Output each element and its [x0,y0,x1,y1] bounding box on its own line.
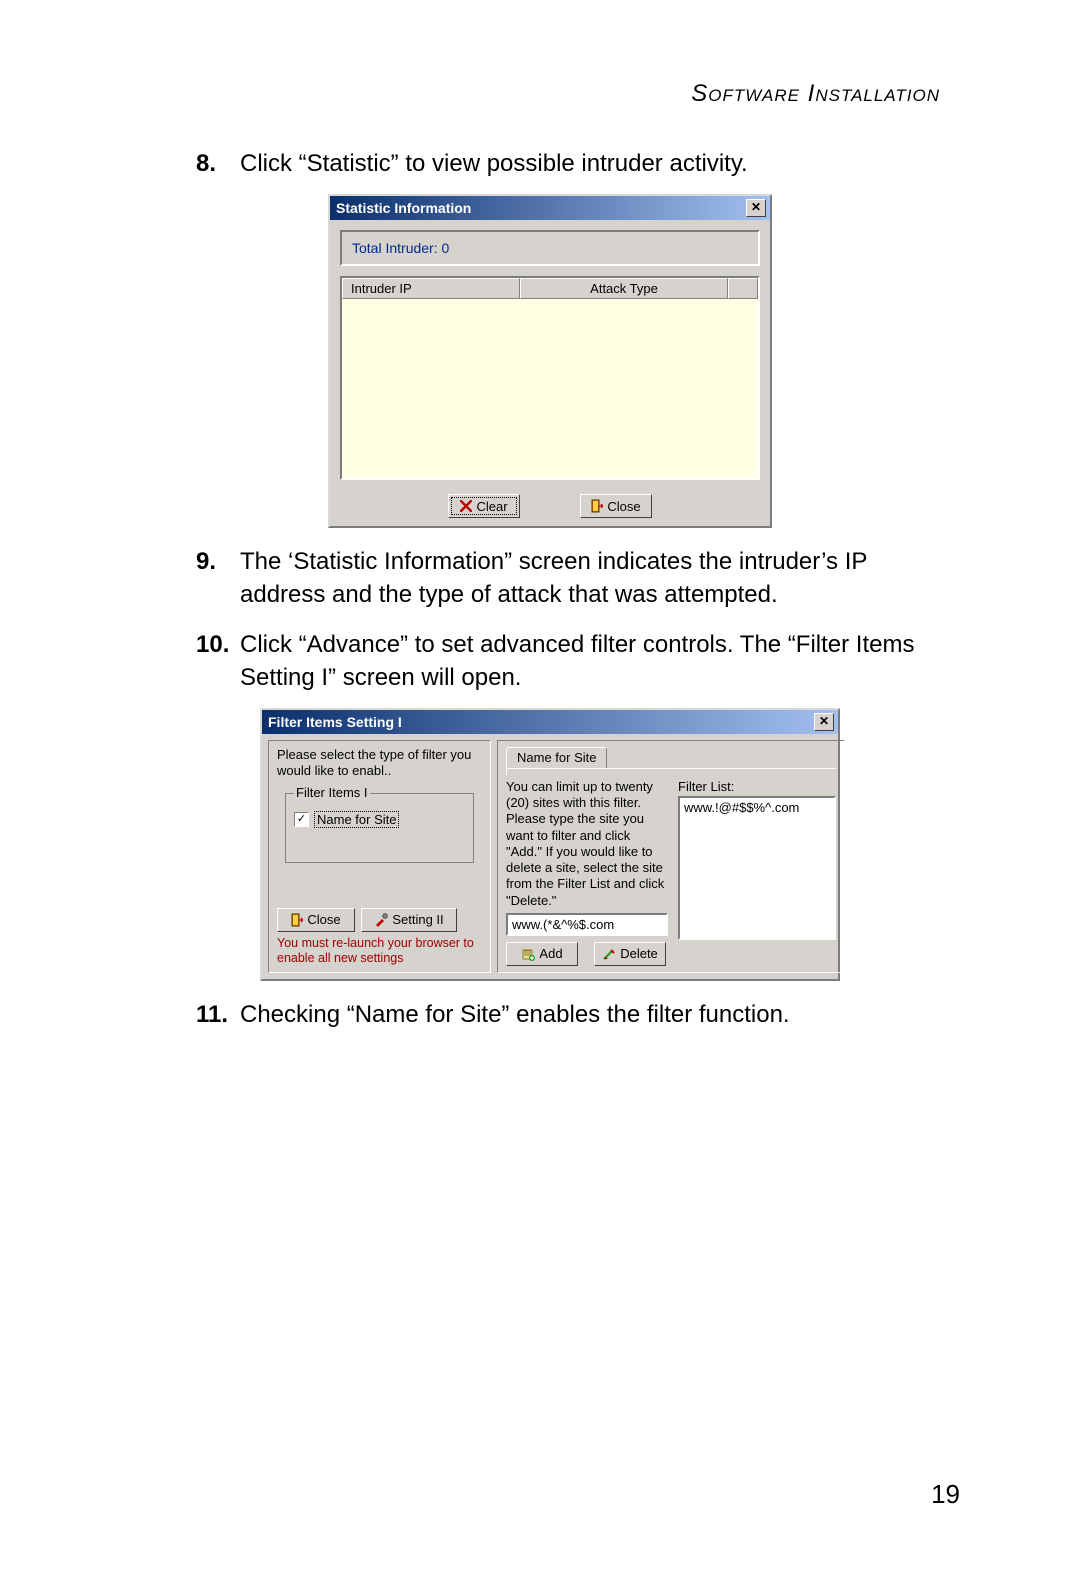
step-text: Click “Advance” to set advanced filter c… [240,629,940,694]
step-10: 10. Click “Advance” to set advanced filt… [196,629,940,694]
warning-text: You must re-launch your browser to enabl… [277,936,482,966]
step-text: Checking “Name for Site” enables the fil… [240,999,940,1031]
intruder-listview[interactable]: Intruder IP Attack Type [340,276,760,480]
filter-items-groupbox: Filter Items I ✓ Name for Site [285,793,474,863]
groupbox-label: Filter Items I [294,785,370,800]
name-for-site-checkbox[interactable]: ✓ Name for Site [294,812,465,827]
add-icon [521,947,535,961]
close-button-label: Close [607,499,640,514]
door-icon [591,499,603,513]
step-number: 10. [196,629,240,694]
dialog-title: Statistic Information [336,200,471,216]
page-number: 19 [931,1479,960,1510]
col-spacer [728,278,758,299]
delete-button-label: Delete [620,946,658,961]
tab-name-for-site[interactable]: Name for Site [506,747,607,769]
add-button[interactable]: Add [506,942,578,966]
setting-ii-button-label: Setting II [392,912,443,927]
titlebar: Filter Items Setting I ✕ [262,710,838,734]
filter-list[interactable]: www.!@#$$%^.com [678,796,836,940]
door-icon [291,913,303,927]
step-text: The ‘Statistic Information” screen indic… [240,546,940,611]
step-11: 11. Checking “Name for Site” enables the… [196,999,940,1031]
col-attack-type[interactable]: Attack Type [520,278,728,299]
delete-button[interactable]: Delete [594,942,666,966]
col-intruder-ip[interactable]: Intruder IP [342,278,520,299]
checkbox-icon: ✓ [294,812,309,827]
clear-button-label: Clear [476,499,507,514]
step-number: 11. [196,999,240,1031]
tools-icon [374,913,388,927]
step-8: 8. Click “Statistic” to view possible in… [196,148,940,180]
add-button-label: Add [539,946,562,961]
close-icon[interactable]: ✕ [746,199,766,217]
close-button[interactable]: Close [277,908,355,932]
filter-description: You can limit up to twenty (20) sites wi… [506,779,668,909]
statistic-information-dialog: Statistic Information ✕ Total Intruder: … [328,194,772,528]
filter-items-setting-dialog: Filter Items Setting I ✕ Please select t… [260,708,840,981]
filter-list-label: Filter List: [678,779,836,794]
step-number: 8. [196,148,240,180]
dialog-title: Filter Items Setting I [268,714,402,730]
section-header: Software Installation [160,80,940,108]
step-9: 9. The ‘Statistic Information” screen in… [196,546,940,611]
left-panel: Please select the type of filter you wou… [268,740,491,973]
clear-button[interactable]: Clear [448,494,520,518]
delete-icon [602,947,616,961]
filter-list-item[interactable]: www.!@#$$%^.com [684,800,830,815]
listview-header: Intruder IP Attack Type [342,278,758,299]
left-panel-text: Please select the type of filter you wou… [277,747,482,780]
setting-ii-button[interactable]: Setting II [361,908,457,932]
right-panel: Name for Site You can limit up to twenty… [497,740,845,973]
x-icon [460,500,472,512]
site-input[interactable]: www.(*&^%$.com [506,913,668,936]
total-intruder-panel: Total Intruder: 0 [340,230,760,266]
step-text: Click “Statistic” to view possible intru… [240,148,940,180]
step-number: 9. [196,546,240,611]
close-icon[interactable]: ✕ [814,713,834,731]
titlebar: Statistic Information ✕ [330,196,770,220]
checkbox-label: Name for Site [315,812,398,827]
close-button[interactable]: Close [580,494,652,518]
close-button-label: Close [307,912,340,927]
